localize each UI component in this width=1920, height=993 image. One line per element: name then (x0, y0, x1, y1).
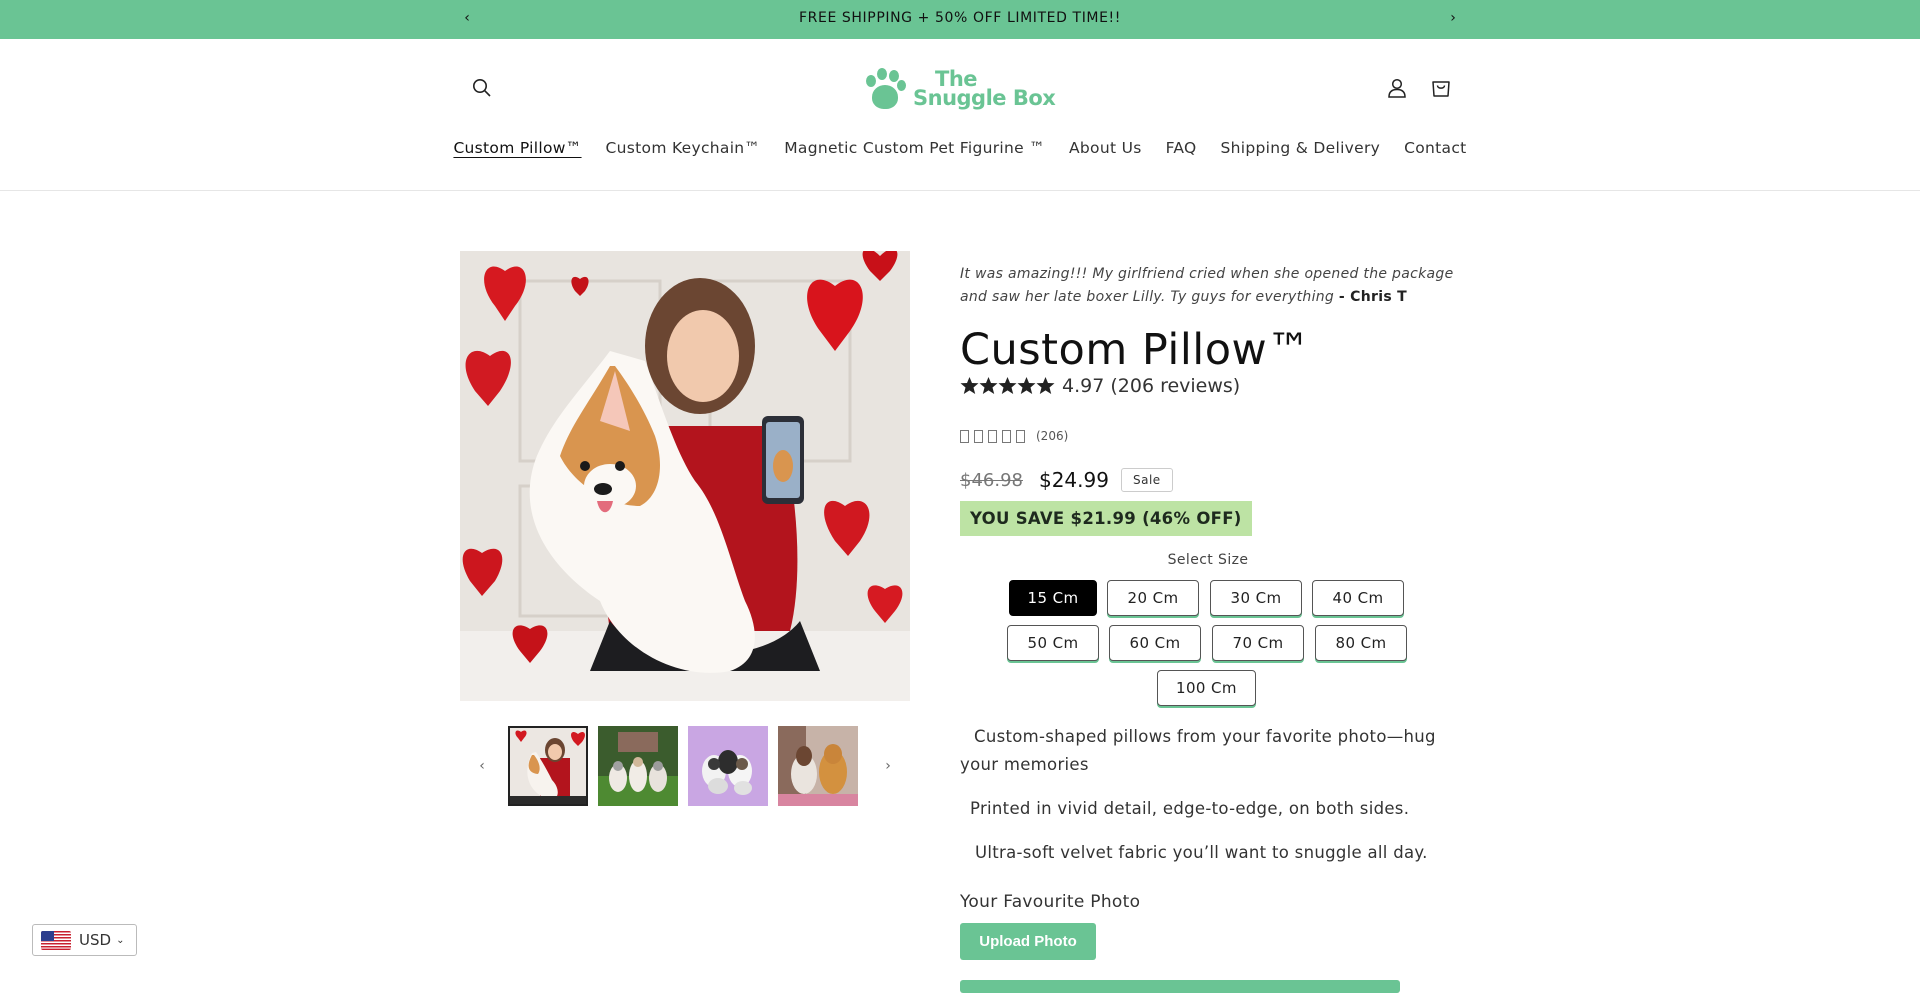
thumbnail-strip: ‹ › (460, 726, 910, 806)
rating-summary[interactable]: 4.97 (206 reviews) (960, 375, 1240, 397)
upload-photo-button[interactable]: Upload Photo (960, 923, 1096, 960)
testimonial-author: - Chris T (1338, 289, 1407, 305)
size-option-100cm[interactable]: 100 Cm (1157, 670, 1256, 706)
nav-pet-figurine[interactable]: Magnetic Custom Pet Figurine ™ (772, 139, 1057, 157)
currency-code: USD (79, 931, 112, 949)
review-widget[interactable]: (206) (960, 429, 1068, 443)
photo-upload-label: Your Favourite Photo (960, 892, 1141, 912)
size-option-60cm[interactable]: 60 Cm (1109, 625, 1201, 661)
size-option-40cm[interactable]: 40 Cm (1312, 580, 1404, 616)
star-placeholder-icon (974, 429, 983, 443)
savings-banner: YOU SAVE $21.99 (46% OFF) (960, 501, 1252, 536)
search-icon[interactable] (467, 73, 497, 103)
size-option-30cm[interactable]: 30 Cm (1210, 580, 1302, 616)
announcement-text: FREE SHIPPING + 50% OFF LIMITED TIME!! (799, 10, 1121, 26)
add-to-cart-button[interactable] (960, 980, 1400, 993)
announcement-bar: ‹ FREE SHIPPING + 50% OFF LIMITED TIME!!… (0, 0, 1920, 39)
thumbnail-4[interactable] (778, 726, 858, 806)
chevron-right-icon[interactable]: › (878, 756, 898, 776)
logo-line2: Snuggle Box (913, 86, 1056, 110)
paw-logo-icon (864, 68, 908, 110)
nav-faq[interactable]: FAQ (1154, 139, 1209, 157)
star-placeholder-icon (988, 429, 997, 443)
size-option-50cm[interactable]: 50 Cm (1007, 625, 1099, 661)
review-widget-count: (206) (1036, 429, 1069, 443)
thumbnail-1[interactable] (508, 726, 588, 806)
testimonial-text: It was amazing!!! My girlfriend cried wh… (960, 263, 1460, 309)
star-placeholder-icon (960, 429, 969, 443)
reviews-count: (206 reviews) (1110, 375, 1241, 397)
chevron-down-icon: ⌄ (116, 934, 125, 946)
feature-3: Ultra-soft velvet fabric you’ll want to … (975, 843, 1428, 862)
account-icon[interactable] (1382, 73, 1412, 103)
product-title: Custom Pillow™ (960, 325, 1311, 375)
logo-text: The Snuggle Box (913, 69, 1056, 110)
nav-custom-keychain[interactable]: Custom Keychain™ (594, 139, 773, 157)
currency-selector[interactable]: USD ⌄ (32, 924, 137, 956)
rating-stars-icon (960, 376, 1056, 396)
size-option-70cm[interactable]: 70 Cm (1212, 625, 1304, 661)
cart-icon[interactable] (1426, 73, 1456, 103)
thumbnail-2[interactable] (598, 726, 678, 806)
us-flag-icon (41, 930, 71, 950)
chevron-left-icon[interactable]: ‹ (472, 756, 492, 776)
size-option-20cm[interactable]: 20 Cm (1107, 580, 1199, 616)
nav-contact[interactable]: Contact (1392, 139, 1478, 157)
size-selector-label: Select Size (1167, 552, 1249, 568)
rating-value: 4.97 (1062, 375, 1105, 397)
star-placeholder-icon (1002, 429, 1011, 443)
feature-2: Printed in vivid detail, edge-to-edge, o… (970, 799, 1410, 818)
product-main-image[interactable] (460, 251, 910, 701)
star-placeholder-icon (1016, 429, 1025, 443)
sale-price: $24.99 (1038, 468, 1109, 492)
thumbnail-3[interactable] (688, 726, 768, 806)
price-row: $46.98 $24.99 Sale (960, 468, 1173, 492)
testimonial: It was amazing!!! My girlfriend cried wh… (960, 263, 1460, 309)
nav-about-us[interactable]: About Us (1057, 139, 1154, 157)
site-header: The Snuggle Box Custom Pillow™ Custom Ke… (0, 39, 1920, 191)
main-nav: Custom Pillow™ Custom Keychain™ Magnetic… (0, 139, 1920, 157)
regular-price: $46.98 (960, 469, 1023, 491)
nav-custom-pillow[interactable]: Custom Pillow™ (441, 139, 593, 157)
sale-badge: Sale (1120, 468, 1173, 492)
size-option-80cm[interactable]: 80 Cm (1315, 625, 1407, 661)
logo[interactable]: The Snuggle Box (864, 66, 1060, 112)
size-option-15cm[interactable]: 15 Cm (1009, 580, 1097, 616)
feature-1: Custom-shaped pillows from your favorite… (960, 727, 1436, 774)
chevron-right-icon[interactable]: › (1443, 8, 1463, 28)
nav-shipping-delivery[interactable]: Shipping & Delivery (1209, 139, 1393, 157)
